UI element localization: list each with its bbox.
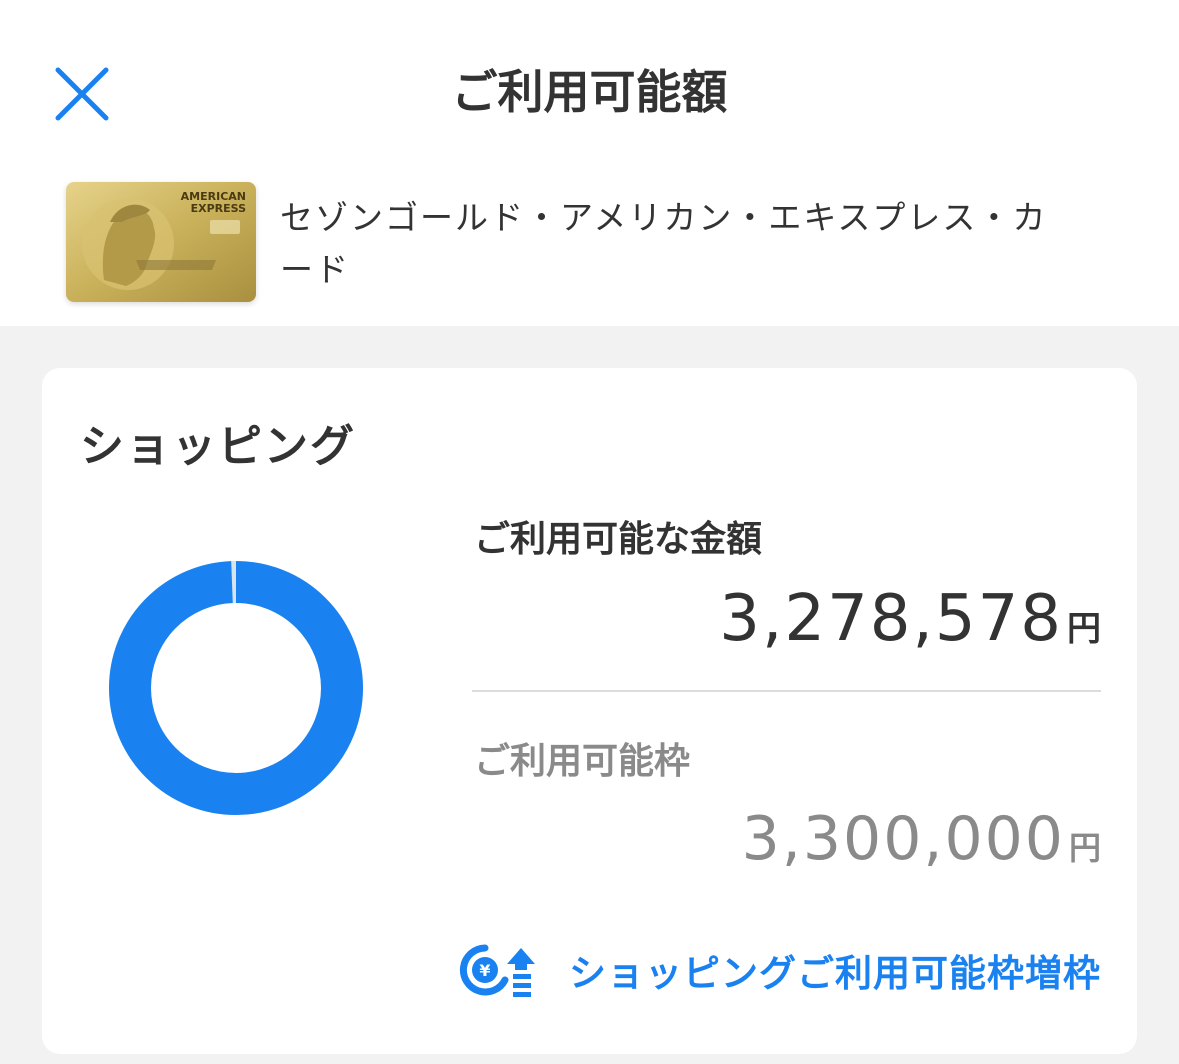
available-amount-label: ご利用可能な金額 [474,519,763,560]
credit-limit-number: 3,300,000 [741,804,1065,874]
available-amount-number: 3,278,578 [719,582,1063,656]
card-logo-line2: EXPRESS [191,202,246,215]
credit-limit-unit: 円 [1068,829,1101,867]
divider [472,690,1101,692]
available-donut-chart [109,561,363,815]
section-title-shopping: ショッピング [80,421,356,472]
donut-available-arc [109,561,363,815]
header: ご利用可能額 AMERICAN EXPRESS セゾンゴールド・アメリカン・エキ… [0,0,1179,326]
credit-limit-label: ご利用可能枠 [474,741,691,782]
available-amount-unit: 円 [1067,609,1101,649]
increase-limit-link[interactable]: ¥ ショッピングご利用可能枠増枠 [455,940,1101,1000]
page-title: ご利用可能額 [451,65,728,119]
increase-limit-label: ショッピングご利用可能枠増枠 [569,952,1101,995]
yen-increase-icon: ¥ [459,944,535,997]
card-thumbnail: AMERICAN EXPRESS [66,182,256,302]
card-name: セゾンゴールド・アメリカン・エキスプレス・カード [280,198,1048,289]
available-amount: 3,278,578 円 [719,582,1101,656]
credit-limit-amount: 3,300,000 円 [742,804,1101,874]
shopping-panel: ショッピング ご利用可能な金額 3,278,578 円 ご利用可能枠 3,300,… [42,368,1137,1054]
svg-text:¥: ¥ [479,961,490,980]
